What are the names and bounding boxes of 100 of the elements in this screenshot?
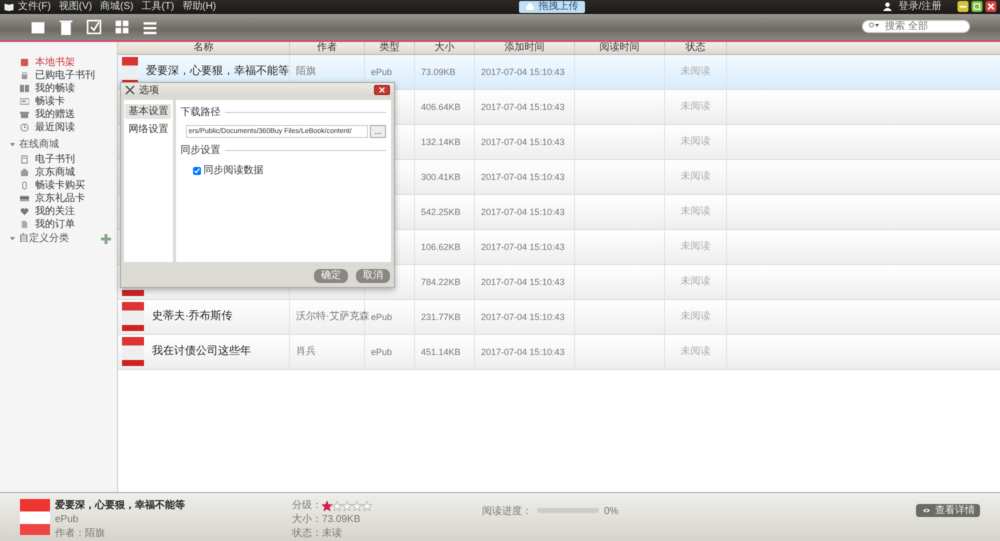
status-cell: 未阅读	[665, 194, 727, 229]
book-author: 作者：陌旗	[55, 527, 106, 541]
status-cell: 未阅读	[665, 160, 727, 194]
table-cell: 406.64KB	[415, 90, 475, 124]
card-icon	[20, 194, 29, 203]
status-cell: 未阅读	[665, 334, 727, 369]
card-icon	[20, 96, 29, 106]
document-icon	[20, 220, 29, 229]
user-icon	[883, 2, 892, 12]
building-icon	[20, 168, 29, 177]
grid-view-icon[interactable]	[114, 18, 130, 35]
table-cell: 542.25KB	[415, 194, 475, 229]
trash-icon[interactable]	[58, 18, 74, 35]
sidebar-section-title[interactable]: 自定义分类	[19, 231, 69, 246]
heart-icon	[20, 206, 29, 216]
eye-icon	[921, 507, 932, 514]
book-type: ePub	[55, 513, 80, 527]
column-header[interactable]: 添加时间	[475, 42, 575, 54]
sidebar-item[interactable]: 已购电子书刊	[35, 68, 95, 83]
book-size: 大小：73.09KB	[292, 513, 362, 527]
browse-button[interactable]: ...	[370, 125, 386, 138]
expand-arrow-icon	[10, 142, 15, 148]
sidebar-item[interactable]: 电子书刊	[35, 152, 75, 167]
group-label: 同步设置	[180, 143, 386, 158]
status-cell: 未阅读	[665, 54, 727, 89]
settings-tab[interactable]: 基本设置	[125, 104, 172, 119]
book-cover	[20, 499, 50, 535]
menu-item[interactable]: 文件(F)	[14, 0, 55, 13]
sidebar-item[interactable]: 京东商城	[35, 164, 75, 180]
menu-item[interactable]: 工具(T)	[137, 0, 178, 13]
checkbox[interactable]	[192, 166, 200, 174]
view-details-button[interactable]: 查看详情	[916, 504, 980, 517]
star-rating[interactable]	[322, 501, 372, 511]
table-row[interactable]: 我在讨债公司这些年 肖兵 ePub 451.14KB 2017-07-04 15:10:43 未阅读	[118, 334, 1000, 370]
status-cell: 未阅读	[665, 90, 727, 124]
login-link[interactable]: 登录/注册	[894, 0, 946, 13]
table-cell: 2017-07-04 15:10:43	[475, 300, 575, 334]
mouse-icon	[20, 180, 29, 190]
table-cell: 132.14KB	[415, 124, 475, 159]
menu-item[interactable]: 帮助(H)	[178, 0, 220, 13]
settings-tab[interactable]: 网络设置	[125, 122, 172, 137]
column-header[interactable]: 大小	[415, 42, 475, 54]
sidebar-item[interactable]: 我的关注	[35, 204, 75, 219]
status-cell: 未阅读	[665, 300, 727, 334]
checkbox-icon[interactable]	[86, 18, 102, 35]
sidebar-item[interactable]: 本地书架	[35, 54, 75, 70]
bookshelf-icon	[20, 58, 29, 67]
sidebar-item[interactable]: 畅读卡购买	[35, 178, 85, 193]
table-cell: 451.14KB	[415, 334, 475, 369]
menu-item[interactable]: 视图(V)	[54, 0, 96, 13]
book-title: 爱要深，心要狠，幸福不能等	[146, 64, 289, 80]
column-header[interactable]: 名称	[118, 42, 290, 54]
close-button[interactable]	[374, 85, 390, 95]
dialog-button[interactable]: 确定	[314, 269, 348, 283]
minimize-button[interactable]	[956, 1, 970, 12]
column-header[interactable]: 状态	[665, 42, 727, 54]
sidebar-item[interactable]: 最近阅读	[35, 120, 75, 135]
column-header[interactable]: 阅读时间	[575, 42, 665, 54]
book-icon	[4, 2, 14, 12]
sidebar-item[interactable]: 畅读卡	[35, 94, 65, 109]
gift-icon	[20, 110, 29, 119]
open-book-icon	[20, 84, 29, 93]
filled-star-icon	[322, 501, 332, 511]
sidebar-item[interactable]: 我的畅读	[35, 80, 75, 96]
upload-button[interactable]: 拖拽上传	[518, 0, 585, 13]
table-cell: 2017-07-04 15:10:43	[475, 160, 575, 194]
table-cell: 231.77KB	[415, 300, 475, 334]
table-cell: 106.62KB	[415, 230, 475, 264]
book-title: 我在讨债公司这些年	[152, 344, 251, 360]
table-cell: 784.22KB	[415, 264, 475, 299]
book-cover	[122, 337, 144, 366]
book-cover	[122, 302, 144, 332]
sidebar-item[interactable]: 京东礼品卡	[35, 190, 85, 206]
rating-label: 分级：	[292, 499, 322, 513]
sidebar-item[interactable]: 我的赠送	[35, 106, 75, 122]
menu-item[interactable]: 商城(S)	[96, 0, 138, 13]
table-cell: 2017-07-04 15:10:43	[475, 90, 575, 124]
table-cell: 2017-07-04 15:10:43	[475, 54, 575, 89]
lock-icon	[20, 70, 29, 80]
table-cell: 73.09KB	[415, 54, 475, 89]
clock-icon	[20, 122, 29, 132]
group-label: 下载路径	[180, 105, 386, 120]
table-cell: 2017-07-04 15:10:43	[475, 124, 575, 159]
sidebar-section-title[interactable]: 在线商城	[19, 137, 59, 152]
maximize-button[interactable]	[970, 1, 984, 12]
close-icon	[379, 87, 385, 93]
table-cell: 肖兵	[290, 334, 365, 369]
table-cell: 300.41KB	[415, 160, 475, 194]
sidebar-item[interactable]: 我的订单	[35, 216, 75, 232]
table-cell: 2017-07-04 15:10:43	[475, 264, 575, 299]
progress-label: 阅读进度：	[482, 505, 532, 519]
column-header[interactable]: 类型	[365, 42, 415, 54]
close-button[interactable]	[984, 1, 998, 12]
status-cell: 未阅读	[665, 124, 727, 159]
table-cell: 2017-07-04 15:10:43	[475, 194, 575, 229]
column-header[interactable]: 作者	[290, 42, 365, 54]
progress-percent: 0%	[604, 505, 618, 519]
status-cell: 未阅读	[665, 264, 727, 299]
book-title: 爱要深，心要狠，幸福不能等	[55, 499, 186, 513]
dialog-button[interactable]: 取消	[356, 269, 390, 283]
